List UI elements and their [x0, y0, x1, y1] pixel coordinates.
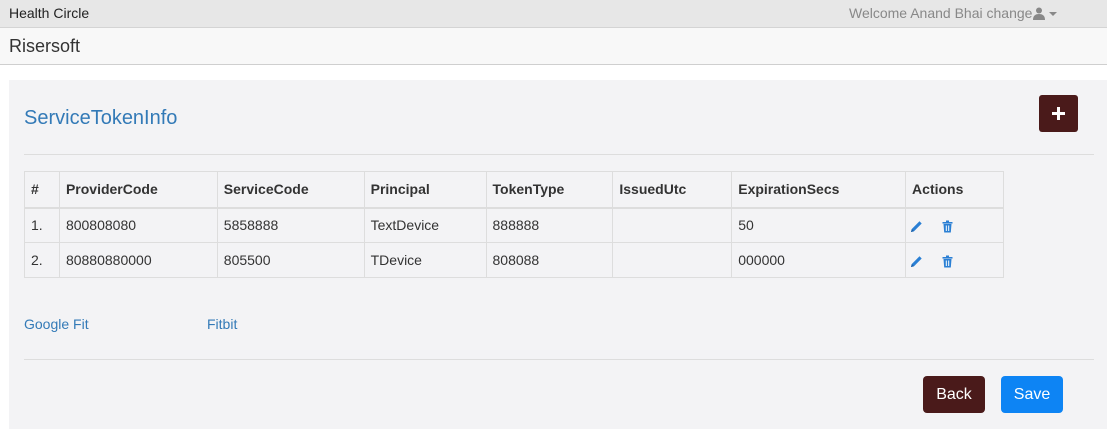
header-provider-code: ProviderCode: [58, 171, 218, 209]
cell-issued-utc: [612, 207, 733, 243]
cell-principal: TextDevice: [363, 207, 487, 243]
header-index: #: [24, 171, 60, 209]
header-actions: Actions: [905, 171, 1004, 209]
cell-provider-code: 800808080: [58, 207, 218, 243]
caret-down-icon[interactable]: [1049, 12, 1058, 16]
cell-index: 1.: [24, 207, 60, 243]
header-token-type: TokenType: [485, 171, 614, 209]
app-title[interactable]: Health Circle: [9, 5, 89, 21]
table-row: 2. 80880880000 805500 TDevice 808088 000…: [24, 242, 1004, 278]
header-expiration-secs: ExpirationSecs: [731, 171, 907, 209]
table-header-row: # ProviderCode ServiceCode Principal Tok…: [24, 171, 1004, 209]
user-menu[interactable]: Welcome Anand Bhai change: [849, 5, 1058, 21]
top-navbar: Health Circle Welcome Anand Bhai change: [0, 0, 1107, 28]
cell-service-code: 805500: [216, 242, 365, 278]
header-service-code: ServiceCode: [216, 171, 365, 209]
user-icon: [1033, 7, 1046, 20]
cell-principal: TDevice: [363, 242, 487, 278]
pencil-icon[interactable]: [910, 220, 923, 233]
cell-token-type: 888888: [485, 207, 614, 243]
pencil-icon[interactable]: [910, 255, 923, 268]
main-panel: ServiceTokenInfo # ProviderCode ServiceC…: [9, 80, 1107, 429]
cell-issued-utc: [612, 242, 733, 278]
header-divider: [24, 154, 1094, 155]
header-principal: Principal: [363, 171, 487, 209]
brand-name[interactable]: Risersoft: [9, 36, 80, 57]
welcome-text[interactable]: Welcome Anand Bhai change: [849, 5, 1032, 21]
cell-actions: [905, 207, 1004, 243]
table-row: 1. 800808080 5858888 TextDevice 888888 5…: [24, 207, 1004, 243]
google-fit-link[interactable]: Google Fit: [24, 316, 89, 332]
footer-divider: [24, 359, 1094, 360]
cell-token-type: 808088: [485, 242, 614, 278]
plus-icon-vertical: [1057, 107, 1060, 120]
cell-expiration-secs: 000000: [731, 242, 907, 278]
cell-expiration-secs: 50: [731, 207, 907, 243]
back-button[interactable]: Back: [923, 376, 985, 413]
header-issued-utc: IssuedUtc: [612, 171, 733, 209]
cell-service-code: 5858888: [216, 207, 365, 243]
service-token-table: # ProviderCode ServiceCode Principal Tok…: [24, 171, 1004, 278]
cell-provider-code: 80880880000: [58, 242, 218, 278]
add-button[interactable]: [1039, 95, 1078, 132]
trash-icon[interactable]: [941, 255, 954, 268]
brand-bar: Risersoft: [0, 28, 1107, 65]
trash-icon[interactable]: [941, 220, 954, 233]
save-button[interactable]: Save: [1001, 376, 1063, 413]
cell-index: 2.: [24, 242, 60, 278]
cell-actions: [905, 242, 1004, 278]
fitbit-link[interactable]: Fitbit: [207, 316, 237, 332]
page-title: ServiceTokenInfo: [24, 107, 178, 129]
